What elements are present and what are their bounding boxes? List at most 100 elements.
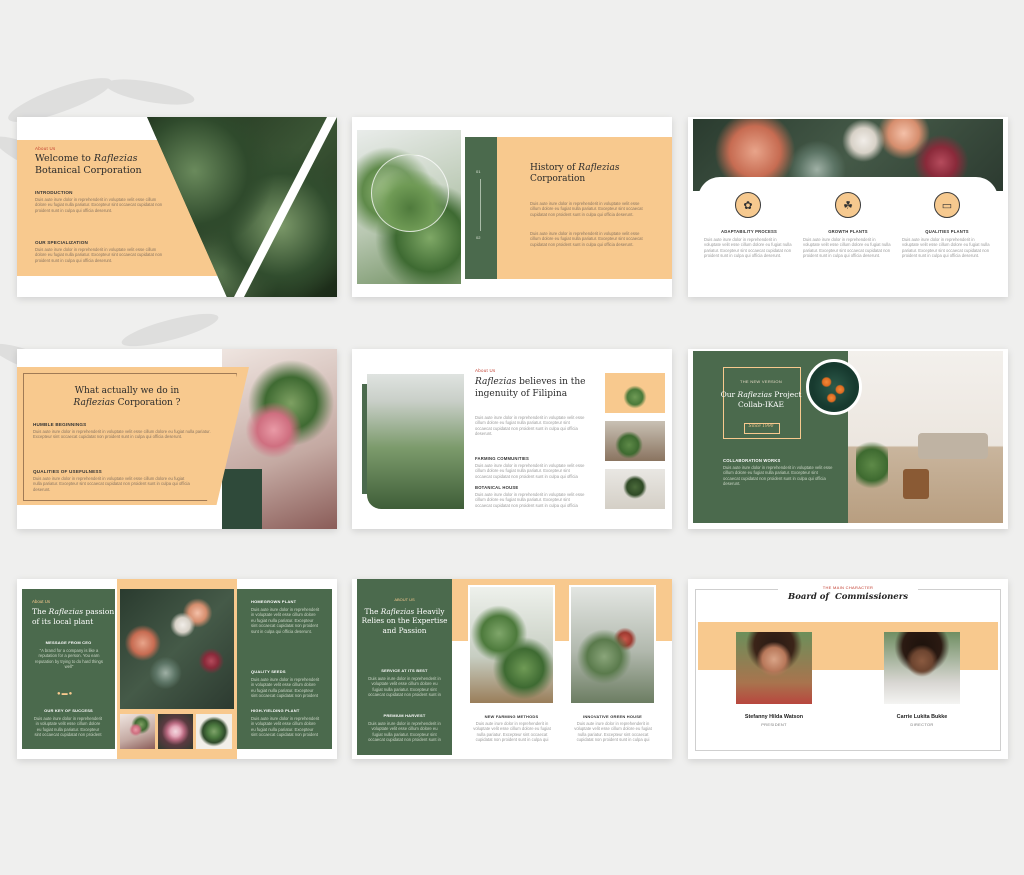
- slide-project[interactable]: THE NEW VERSION Our Raflezias Project Co…: [688, 349, 1008, 529]
- slide-what-we-do[interactable]: What actually we do in Raflezias Corpora…: [17, 349, 337, 529]
- item-label: ADAPTABILITY PROCESS: [721, 229, 777, 234]
- body-text: Duis aute irure dolor in reprehenderit i…: [475, 463, 585, 479]
- kicker: ABOUT US: [394, 597, 415, 602]
- person-role: DIRECTOR: [910, 722, 934, 727]
- title-part: Welcome to: [35, 153, 94, 164]
- fruit-bowl-photo: [806, 359, 862, 415]
- timeline-line: [480, 179, 481, 231]
- body-text: Duis aute irure dolor in reprehenderit i…: [902, 237, 990, 259]
- slide-board[interactable]: THE MAIN CHARACTER Board of Commissioner…: [688, 579, 1008, 759]
- glass-bowl: [371, 154, 449, 232]
- section-heading: QUALITY SEEDS: [251, 669, 286, 674]
- succulent-thumb: [196, 714, 232, 749]
- slide-history[interactable]: 01 02 History of Raflezias Corporation D…: [352, 117, 672, 297]
- portrait-director: [884, 632, 960, 704]
- body-text: Duis aute irure dolor in reprehenderit i…: [251, 716, 320, 738]
- terrarium-photo: [357, 130, 461, 284]
- body-text: Duis aute irure dolor in reprehenderit i…: [35, 197, 163, 213]
- section-heading: PREMIUM HARVEST: [383, 713, 426, 718]
- slider-dots[interactable]: ●▬●: [57, 691, 73, 697]
- sofa-shape: [918, 433, 988, 459]
- portrait-president: [736, 632, 812, 704]
- greenhouse-cactus-photo: [569, 585, 656, 705]
- green-strip: [465, 137, 497, 279]
- title-part: ingenuity of Filipina: [475, 389, 568, 399]
- person-name: Carrie Lukita Bukke: [896, 714, 948, 720]
- laptop-icon: ▭: [934, 192, 960, 218]
- bonsai-photo: [605, 469, 665, 509]
- slide-welcome[interactable]: About Us Welcome to Raflezias Botanical …: [17, 117, 337, 297]
- slide-title: Our Raflezias Project Collab-IKAE: [718, 390, 804, 409]
- since-text: Since 1990: [748, 424, 774, 429]
- body-text: Duis aute irure dolor in reprehenderit i…: [368, 721, 441, 743]
- slide-title: What actually we do in Raflezias Corpora…: [47, 385, 207, 409]
- body-text: Duis aute irure dolor in reprehenderit i…: [251, 677, 320, 699]
- item-label: GROWTH PLANTS: [828, 229, 868, 234]
- plant-shape: [856, 441, 888, 501]
- chair-shape: [903, 469, 929, 499]
- section-heading: OUR KEY OF SUCCESS: [44, 708, 93, 713]
- kicker: THE MAIN CHARACTER: [822, 585, 874, 590]
- title-part: Corporation: [530, 174, 586, 184]
- living-room-photo: [848, 351, 1003, 523]
- title-part: and Passion: [382, 625, 427, 635]
- body-text: Duis aute irure dolor in reprehenderit i…: [530, 201, 643, 217]
- title-brand: Raflezias: [380, 607, 415, 616]
- number-two: 02: [476, 235, 481, 240]
- slide-ingenuity[interactable]: About Us Raflezias believes in the ingen…: [352, 349, 672, 529]
- section-heading: INTRODUCTION: [35, 190, 73, 195]
- brain-icon: ✿: [735, 192, 761, 218]
- title-part: Project: [771, 390, 802, 399]
- title-brand: Raflezias: [93, 153, 138, 164]
- section-heading: HOMEGROWN PLANT: [251, 599, 297, 604]
- greenhouse-photo: [367, 374, 464, 509]
- body-text: Duis aute irure dolor in reprehenderit i…: [33, 429, 211, 440]
- title-brand: Raflezias: [475, 377, 517, 387]
- title-part: passion: [83, 607, 115, 616]
- section-heading: COLLABORATION WORKS: [723, 458, 781, 463]
- section-heading: FARMING COMMUNITIES: [475, 456, 530, 461]
- item-label: QUALITIES PLANTS: [925, 229, 969, 234]
- ceo-quote: "A brand for a company is like a reputat…: [35, 648, 103, 670]
- slide-title: Raflezias believes in the ingenuity of F…: [475, 376, 586, 400]
- title-brand: Raflezias: [578, 163, 620, 173]
- title-part: The: [32, 607, 49, 616]
- kicker: THE NEW VERSION: [739, 379, 783, 384]
- body-text: Duis aute irure dolor in reprehenderit i…: [704, 237, 792, 259]
- dahlia-thumb: [158, 714, 193, 749]
- body-text: Duis aute irure dolor in reprehenderit i…: [368, 676, 441, 698]
- person-role: PRESIDENT: [761, 722, 787, 727]
- slide-title: History of Raflezias Corporation: [530, 163, 620, 185]
- title-part: Botanical Corporation: [35, 164, 142, 176]
- body-text: Duis aute irure dolor in reprehenderit i…: [803, 237, 891, 259]
- slide-expertise[interactable]: ABOUT US The Raflezias Heavily Relies on…: [352, 579, 672, 759]
- body-text: Duis aute irure dolor in reprehenderit i…: [33, 716, 103, 738]
- person-name: Stefanny Hilda Watson: [744, 714, 804, 720]
- section-heading: QUALITIES OF USEFULNESS: [33, 469, 102, 474]
- kicker: About Us: [32, 599, 51, 604]
- title-part: Relies on the Expertise: [361, 616, 448, 626]
- slide-passion[interactable]: About Us The Raflezias passion of its lo…: [17, 579, 337, 759]
- hanging-plants-photo: [468, 585, 555, 705]
- slide-title: The Raflezias Heavily Relies on the Expe…: [357, 607, 452, 635]
- white-diagonal-divider: [234, 117, 337, 297]
- number-one: 01: [476, 169, 481, 174]
- slide-title: The Raflezias passion of its local plant: [32, 607, 114, 626]
- body-text: Duis aute irure dolor in reprehenderit i…: [723, 465, 833, 487]
- kicker: About Us: [475, 368, 496, 373]
- slide-processes[interactable]: ✿ ☘ ▭ ADAPTABILITY PROCESS GROWTH PLANTS…: [688, 117, 1008, 297]
- plant-growth-icon: ☘: [835, 192, 861, 218]
- body-text: Duis aute irure dolor in reprehenderit i…: [35, 247, 163, 263]
- title-brand: Raflezias: [73, 398, 115, 408]
- body-text: Duis aute irure dolor in reprehenderit i…: [530, 231, 643, 247]
- slide-title: Board of Commissioners: [788, 592, 908, 602]
- title-part: Corporation ?: [114, 398, 181, 408]
- slide-title: Welcome to Raflezias Botanical Corporati…: [35, 153, 142, 176]
- title-part: Our: [720, 390, 738, 399]
- title-part: The: [364, 607, 381, 616]
- title-part: believes in the: [516, 377, 586, 387]
- kicker: About Us: [35, 146, 56, 151]
- section-heading: SERVICE AT ITS BEST: [381, 668, 428, 673]
- bouquet-photo: [120, 589, 234, 709]
- title-part: of its local plant: [32, 616, 94, 626]
